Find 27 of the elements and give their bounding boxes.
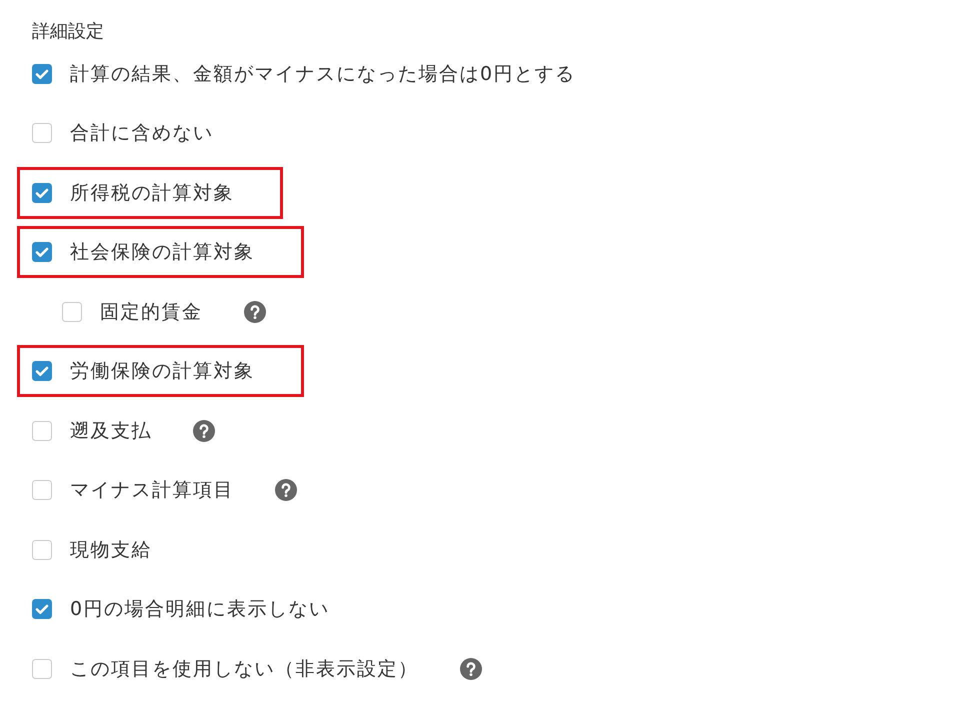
option-label[interactable]: 社会保険の計算対象 [70, 240, 254, 264]
option-label[interactable]: 所得税の計算対象 [70, 180, 234, 205]
help-icon[interactable] [244, 300, 266, 323]
checkbox[interactable] [62, 302, 82, 322]
help-icon[interactable] [275, 479, 297, 502]
checkbox[interactable] [32, 658, 52, 679]
help-icon[interactable] [460, 658, 482, 680]
option-label[interactable]: マイナス計算項目 [70, 478, 234, 502]
option-label[interactable]: この項目を使用しない（非表示設定） [70, 656, 418, 681]
checkbox[interactable] [32, 123, 52, 144]
option-label[interactable]: 現物支給 [70, 538, 152, 562]
option-label[interactable]: 労働保険の計算対象 [70, 359, 254, 384]
checkbox[interactable] [32, 480, 52, 500]
checkbox[interactable] [32, 420, 52, 441]
option-label[interactable]: 計算の結果、金額がマイナスになった場合は0円とする [70, 62, 576, 86]
option-label[interactable]: 合計に含めない [70, 121, 214, 146]
option-label[interactable]: 遡及支払 [70, 418, 152, 443]
option-label[interactable]: 固定的賃金 [100, 300, 202, 324]
checkbox[interactable] [32, 599, 52, 620]
checkbox[interactable] [32, 182, 52, 203]
checkbox[interactable] [32, 361, 52, 382]
help-icon[interactable] [193, 420, 215, 442]
checkbox[interactable] [32, 64, 52, 84]
checkbox[interactable] [32, 242, 52, 262]
option-label[interactable]: 0円の場合明細に表示しない [70, 597, 330, 622]
section-title: 詳細設定 [32, 20, 105, 44]
checkbox[interactable] [32, 540, 52, 560]
